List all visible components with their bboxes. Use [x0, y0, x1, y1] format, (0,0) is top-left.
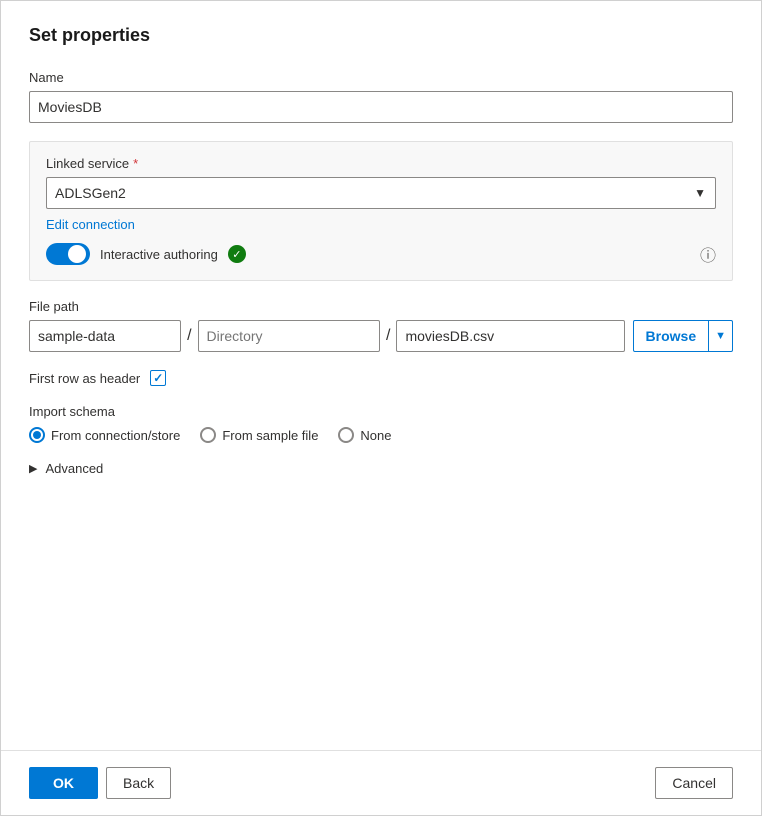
- ok-button[interactable]: OK: [29, 767, 98, 799]
- radio-outer-from-connection: [29, 427, 45, 443]
- set-properties-panel: Set properties Name Linked service * ADL…: [0, 0, 762, 816]
- file-path-segment1-wrapper: [29, 320, 181, 352]
- name-field-group: Name: [29, 70, 733, 123]
- browse-chevron-icon: ▼: [709, 321, 732, 351]
- radio-none[interactable]: None: [338, 427, 391, 443]
- interactive-authoring-row: Interactive authoring ✓ ⓘ: [46, 242, 716, 266]
- advanced-section[interactable]: ▶ Advanced: [29, 461, 733, 476]
- name-label: Name: [29, 70, 733, 85]
- file-path-segment2-wrapper: [198, 320, 380, 352]
- toggle-thumb: [68, 245, 86, 263]
- radio-from-connection-label: From connection/store: [51, 428, 180, 443]
- linked-service-section: Linked service * ADLSGen2 ▼ Edit connect…: [29, 141, 733, 281]
- radio-from-sample-label: From sample file: [222, 428, 318, 443]
- linked-service-label: Linked service *: [46, 156, 716, 171]
- checkbox-check-icon: ✓: [153, 371, 163, 385]
- file-path-segment2-input[interactable]: [198, 320, 380, 352]
- radio-outer-from-sample: [200, 427, 216, 443]
- file-path-segment3-input[interactable]: [396, 320, 624, 352]
- linked-service-select-wrapper: ADLSGen2 ▼: [46, 177, 716, 209]
- radio-inner-from-connection: [33, 431, 41, 439]
- status-check-icon: ✓: [228, 245, 246, 263]
- interactive-authoring-label: Interactive authoring: [100, 247, 218, 262]
- name-input[interactable]: [29, 91, 733, 123]
- cancel-button[interactable]: Cancel: [655, 767, 733, 799]
- radio-none-label: None: [360, 428, 391, 443]
- import-schema-section: Import schema From connection/store From…: [29, 404, 733, 443]
- import-schema-label: Import schema: [29, 404, 733, 419]
- file-path-segment1-input[interactable]: [29, 320, 181, 352]
- toggle-track: [46, 243, 90, 265]
- required-indicator: *: [133, 156, 138, 171]
- info-icon[interactable]: ⓘ: [700, 242, 716, 266]
- edit-connection-link[interactable]: Edit connection: [46, 217, 135, 232]
- back-button[interactable]: Back: [106, 767, 171, 799]
- browse-button-label: Browse: [634, 321, 710, 351]
- path-separator-2: /: [380, 327, 396, 345]
- browse-button[interactable]: Browse ▼: [633, 320, 733, 352]
- path-separator-1: /: [181, 327, 197, 345]
- panel-footer: OK Back Cancel: [1, 750, 761, 815]
- file-path-row: / / Browse ▼: [29, 320, 733, 352]
- first-row-checkbox[interactable]: ✓: [150, 370, 166, 386]
- first-row-label: First row as header: [29, 371, 140, 386]
- radio-from-connection[interactable]: From connection/store: [29, 427, 180, 443]
- import-schema-radio-group: From connection/store From sample file N…: [29, 427, 733, 443]
- chevron-right-icon: ▶: [29, 462, 37, 475]
- file-path-label: File path: [29, 299, 733, 314]
- advanced-label: Advanced: [45, 461, 103, 476]
- interactive-authoring-toggle[interactable]: [46, 243, 90, 265]
- file-path-segment3-wrapper: [396, 320, 624, 352]
- linked-service-select[interactable]: ADLSGen2: [46, 177, 716, 209]
- file-path-section: File path / / Browse ▼: [29, 299, 733, 352]
- radio-outer-none: [338, 427, 354, 443]
- radio-from-sample[interactable]: From sample file: [200, 427, 318, 443]
- panel-title: Set properties: [29, 25, 733, 46]
- first-row-header-row: First row as header ✓: [29, 370, 733, 386]
